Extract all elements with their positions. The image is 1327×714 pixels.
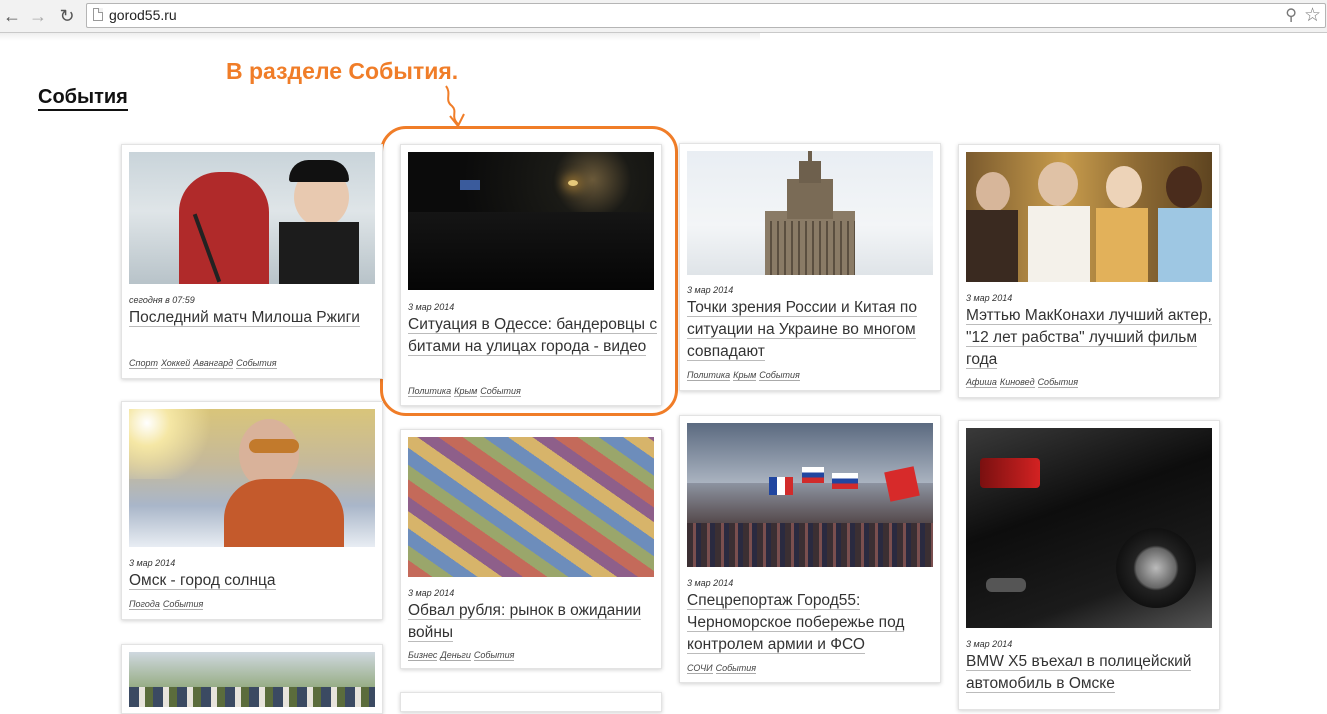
news-thumbnail[interactable] bbox=[687, 423, 933, 567]
news-date: 3 мар 2014 bbox=[966, 293, 1013, 303]
news-tags: Спорт Хоккей Авангард События bbox=[129, 358, 280, 369]
news-title[interactable]: Обвал рубля: рынок в ожидании войны bbox=[408, 600, 658, 644]
annotation-text: В разделе События. bbox=[226, 58, 459, 84]
tag-link[interactable]: События bbox=[715, 663, 757, 674]
tag-link[interactable]: СОЧИ bbox=[687, 663, 713, 674]
tag-link[interactable]: События bbox=[162, 599, 204, 610]
tag-link[interactable]: Киновед bbox=[999, 377, 1035, 388]
tag-link[interactable]: Крым bbox=[454, 386, 478, 397]
section-title[interactable]: События bbox=[38, 86, 128, 111]
magnifier-icon[interactable]: ⚲ bbox=[1285, 5, 1297, 25]
star-icon[interactable]: ☆ bbox=[1304, 4, 1321, 27]
reload-icon[interactable]: ↻ bbox=[57, 6, 77, 26]
news-tags: СОЧИ События bbox=[687, 663, 759, 674]
news-title[interactable]: Омск - город солнца bbox=[129, 570, 379, 592]
browser-toolbar: ← → ↻ gorod55.ru ⚲ ☆ bbox=[0, 0, 1327, 33]
news-card[interactable]: 3 мар 2014 Омск - город солнца Погода Соб… bbox=[121, 401, 383, 620]
news-card[interactable]: 3 мар 2014 Обвал рубля: рынок в ожидании… bbox=[400, 429, 662, 669]
news-card[interactable]: 3 мар 2014 Ситуация в Одессе: бандеровцы… bbox=[400, 144, 662, 406]
news-thumbnail[interactable] bbox=[966, 152, 1212, 282]
news-thumbnail[interactable] bbox=[129, 152, 375, 284]
back-arrow-icon[interactable]: ← bbox=[2, 6, 22, 26]
news-title[interactable]: Последний матч Милоша Ржиги bbox=[129, 307, 379, 329]
news-date: 3 мар 2014 bbox=[408, 588, 455, 598]
news-card[interactable]: сегодня в 07:59 Последний матч Милоша Рж… bbox=[121, 144, 383, 379]
tag-link[interactable]: События bbox=[480, 386, 521, 397]
news-title[interactable]: Спецрепортаж Город55: Черноморское побер… bbox=[687, 590, 937, 656]
news-date: 3 мар 2014 bbox=[687, 578, 734, 588]
tag-link[interactable]: Крым bbox=[733, 370, 757, 381]
page-icon bbox=[93, 8, 103, 21]
news-card[interactable]: 3 мар 2014 Мэттью МакКонахи лучший актер… bbox=[958, 144, 1220, 398]
news-tags: Политика Крым События bbox=[408, 386, 524, 397]
news-card[interactable] bbox=[121, 644, 383, 714]
tag-link[interactable]: События bbox=[1037, 377, 1079, 388]
news-date: 3 мар 2014 bbox=[408, 302, 455, 312]
news-thumbnail[interactable] bbox=[966, 428, 1212, 628]
news-title[interactable]: Точки зрения России и Китая по ситуации … bbox=[687, 297, 937, 363]
tag-link[interactable]: События bbox=[473, 650, 515, 661]
news-thumbnail[interactable] bbox=[129, 409, 375, 547]
address-bar[interactable]: gorod55.ru ⚲ ☆ bbox=[86, 3, 1326, 28]
tag-link[interactable]: Политика bbox=[687, 370, 731, 381]
annotation-arrow-icon bbox=[445, 85, 465, 128]
news-tags: Политика Крым События bbox=[687, 370, 803, 381]
tag-link[interactable]: Деньги bbox=[440, 650, 471, 661]
news-tags: Погода События bbox=[129, 599, 206, 610]
news-tags: Афиша Киновед События bbox=[966, 377, 1081, 388]
url-text[interactable]: gorod55.ru bbox=[109, 7, 177, 23]
news-title[interactable]: Мэттью МакКонахи лучший актер, "12 лет р… bbox=[966, 305, 1216, 371]
news-date: 3 мар 2014 bbox=[687, 285, 734, 295]
tag-link[interactable]: Хоккей bbox=[160, 358, 191, 369]
news-date: 3 мар 2014 bbox=[129, 558, 176, 568]
news-card[interactable] bbox=[400, 692, 662, 712]
forward-arrow-icon[interactable]: → bbox=[28, 6, 48, 26]
news-card[interactable]: 3 мар 2014 BMW X5 въехал в полицейский а… bbox=[958, 420, 1220, 710]
news-card[interactable]: 3 мар 2014 Точки зрения России и Китая п… bbox=[679, 143, 941, 391]
tag-link[interactable]: События bbox=[236, 358, 277, 369]
tag-link[interactable]: Афиша bbox=[966, 377, 997, 388]
news-card[interactable]: 3 мар 2014 Спецрепортаж Город55: Черномо… bbox=[679, 415, 941, 683]
tag-link[interactable]: Погода bbox=[129, 599, 160, 610]
news-title[interactable]: BMW X5 въехал в полицейский автомобиль в… bbox=[966, 651, 1216, 695]
news-date: сегодня в 07:59 bbox=[129, 295, 195, 305]
nav-shadow bbox=[0, 33, 760, 41]
tag-link[interactable]: Спорт bbox=[129, 358, 158, 369]
news-thumbnail[interactable] bbox=[408, 152, 654, 290]
tag-link[interactable]: Бизнес bbox=[408, 650, 438, 661]
tag-link[interactable]: Авангард bbox=[193, 358, 234, 369]
news-tags: Бизнес Деньги События bbox=[408, 650, 517, 661]
news-thumbnail[interactable] bbox=[408, 437, 654, 577]
news-title[interactable]: Ситуация в Одессе: бандеровцы с битами н… bbox=[408, 314, 658, 358]
tag-link[interactable]: Политика bbox=[408, 386, 452, 397]
news-date: 3 мар 2014 bbox=[966, 639, 1013, 649]
tag-link[interactable]: События bbox=[759, 370, 800, 381]
news-thumbnail[interactable] bbox=[687, 151, 933, 275]
